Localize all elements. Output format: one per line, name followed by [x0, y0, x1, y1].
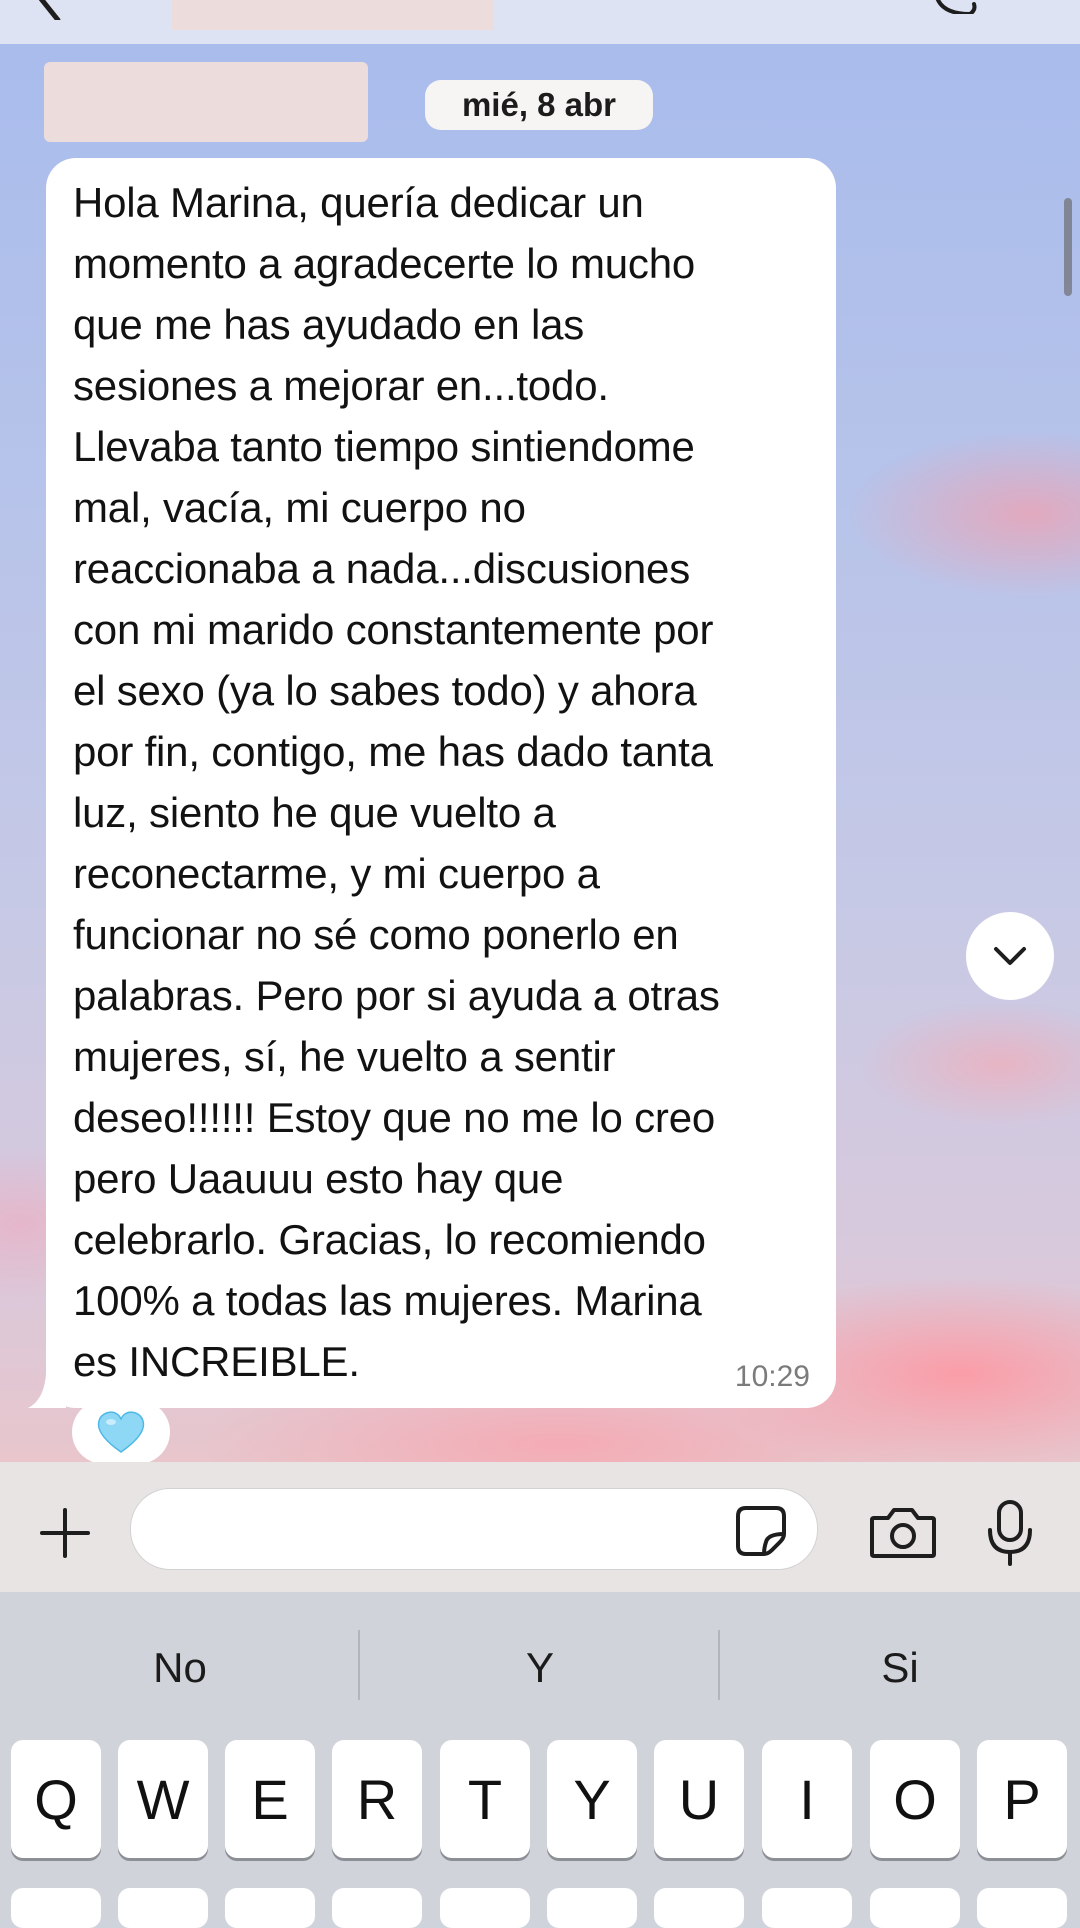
- key-p[interactable]: P: [977, 1740, 1067, 1858]
- message-timestamp: 10:29: [734, 1360, 810, 1393]
- key-partial[interactable]: [11, 1888, 101, 1928]
- redacted-contact-name: [172, 0, 494, 30]
- date-separator: mié, 8 abr: [425, 80, 653, 130]
- message-text: Hola Marina, quería dedicar un momento a…: [73, 179, 720, 1385]
- key-i[interactable]: I: [762, 1740, 852, 1858]
- message-reaction[interactable]: [72, 1400, 170, 1462]
- camera-icon[interactable]: [868, 1502, 938, 1562]
- predictive-suggestions: No Y Si: [0, 1592, 1080, 1738]
- suggestion-1[interactable]: No: [0, 1628, 360, 1708]
- scroll-indicator[interactable]: [1064, 198, 1072, 296]
- sticker-icon[interactable]: [734, 1504, 788, 1558]
- microphone-icon[interactable]: [984, 1498, 1036, 1568]
- key-partial[interactable]: [440, 1888, 530, 1928]
- chat-header: [0, 0, 1080, 44]
- scroll-to-bottom-button[interactable]: [966, 912, 1054, 1000]
- key-partial[interactable]: [332, 1888, 422, 1928]
- phone-icon[interactable]: [930, 0, 980, 14]
- key-o[interactable]: O: [870, 1740, 960, 1858]
- compose-bar: [0, 1462, 1080, 1592]
- incoming-message-bubble[interactable]: Hola Marina, quería dedicar un momento a…: [46, 158, 836, 1408]
- suggestion-2[interactable]: Y: [360, 1628, 720, 1708]
- key-partial[interactable]: [762, 1888, 852, 1928]
- light-blue-heart-icon: [97, 1411, 145, 1453]
- key-partial[interactable]: [870, 1888, 960, 1928]
- key-w[interactable]: W: [118, 1740, 208, 1858]
- key-u[interactable]: U: [654, 1740, 744, 1858]
- keyboard: No Y Si Q W E R T Y U I O P: [0, 1592, 1080, 1928]
- key-partial[interactable]: [654, 1888, 744, 1928]
- chat-area[interactable]: mié, 8 abr Hola Marina, quería dedicar u…: [0, 44, 1080, 1462]
- back-chevron-icon[interactable]: [28, 0, 68, 20]
- redacted-region: [44, 54, 368, 142]
- suggestion-3[interactable]: Si: [720, 1628, 1080, 1708]
- plus-icon[interactable]: [38, 1506, 92, 1560]
- key-y[interactable]: Y: [547, 1740, 637, 1858]
- keyboard-row-top: Q W E R T Y U I O P: [0, 1740, 1080, 1860]
- key-partial[interactable]: [547, 1888, 637, 1928]
- key-r[interactable]: R: [332, 1740, 422, 1858]
- key-partial[interactable]: [118, 1888, 208, 1928]
- key-partial[interactable]: [977, 1888, 1067, 1928]
- key-partial[interactable]: [225, 1888, 315, 1928]
- key-t[interactable]: T: [440, 1740, 530, 1858]
- chevron-down-icon: [994, 947, 1026, 965]
- key-e[interactable]: E: [225, 1740, 315, 1858]
- message-input[interactable]: [130, 1488, 818, 1570]
- key-q[interactable]: Q: [11, 1740, 101, 1858]
